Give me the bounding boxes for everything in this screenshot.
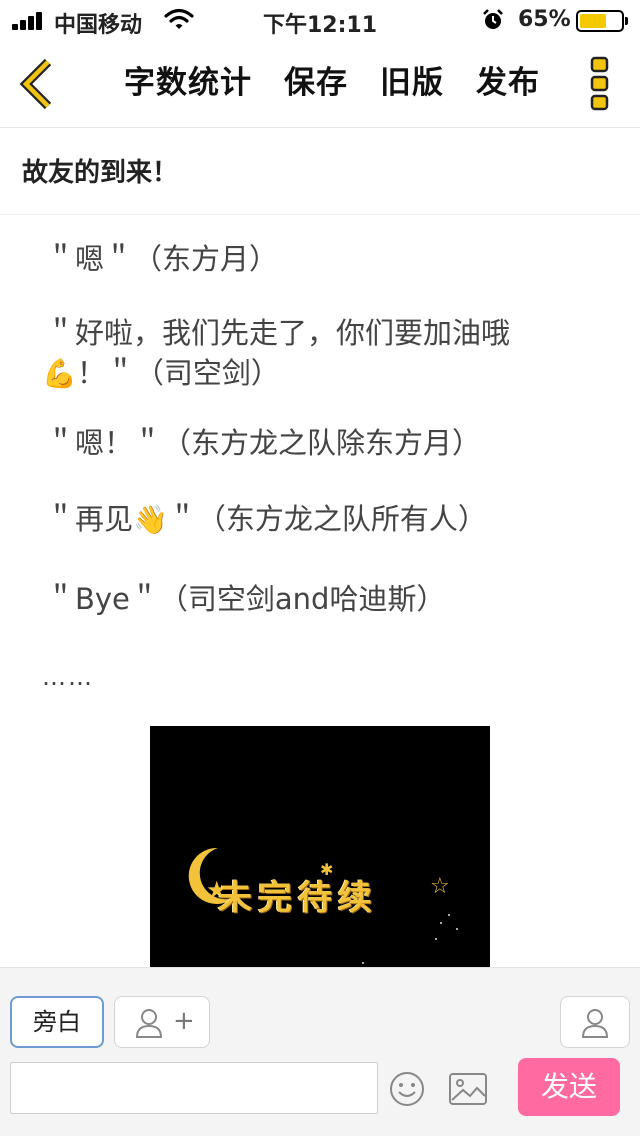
more-vertical-icon[interactable] (588, 54, 612, 114)
sparkle (362, 962, 364, 964)
plus-icon: + (173, 1006, 195, 1036)
dialogue-line: ＂再见👋＂（东方龙之队所有人） (46, 502, 487, 536)
image-icon[interactable] (448, 1072, 488, 1106)
battery-percent: 65% (518, 7, 571, 32)
sparkle (456, 928, 458, 930)
chevron-left-icon[interactable] (18, 58, 58, 110)
editor-toolbar: 字数统计 保存 旧版 发布 (0, 40, 640, 128)
status-bar: 中国移动 下午12:11 65% (0, 0, 640, 40)
publish-button[interactable]: 发布 (476, 62, 540, 104)
composer-bar: 旁白 + 发送 (0, 967, 640, 1136)
dialogue-line: ＂好啦，我们先走了，你们要加油哦 💪！＂（司空剑） (42, 316, 511, 390)
alarm-icon (483, 9, 503, 29)
flexed-biceps-emoji: 💪 (42, 357, 77, 390)
dialogue-line: ＂嗯＂（东方月） (46, 242, 279, 276)
old-version-button[interactable]: 旧版 (380, 62, 444, 104)
sparkle (435, 938, 437, 940)
star-icon: ✱ (320, 860, 334, 879)
star-icon: ☆ (430, 874, 450, 899)
narrator-button[interactable]: 旁白 (10, 996, 104, 1048)
add-character-button[interactable]: + (114, 996, 210, 1048)
to-be-continued-image[interactable]: ★ 未完待续 ✱ ☆ (150, 726, 490, 967)
emoji-icon[interactable] (388, 1070, 426, 1108)
send-button[interactable]: 发送 (518, 1058, 620, 1116)
person-icon (581, 1009, 609, 1038)
person-icon (135, 1009, 163, 1038)
dialogue-line: ＂嗯！＂（东方龙之队除东方月） (46, 426, 482, 460)
battery-icon (576, 10, 628, 32)
character-button[interactable] (560, 996, 630, 1048)
article-title[interactable]: 故友的到来！ (22, 152, 178, 189)
waving-hand-emoji: 👋 (133, 503, 168, 536)
toolbar-actions: 字数统计 保存 旧版 发布 (124, 62, 572, 104)
save-button[interactable]: 保存 (284, 62, 348, 104)
article-body[interactable]: ＂嗯＂（东方月） ＂好啦，我们先走了，你们要加油哦 💪！＂（司空剑） ＂嗯！＂（… (0, 215, 640, 967)
ellipsis: …… (42, 663, 94, 691)
battery-level-fill (580, 14, 606, 28)
message-input[interactable] (10, 1062, 378, 1114)
image-caption: 未完待续 (218, 878, 378, 918)
word-count-button[interactable]: 字数统计 (124, 62, 252, 104)
sparkle (440, 922, 442, 924)
sparkle (448, 914, 450, 916)
dialogue-line: ＂Bye＂（司空剑and哈迪斯） (46, 582, 446, 616)
